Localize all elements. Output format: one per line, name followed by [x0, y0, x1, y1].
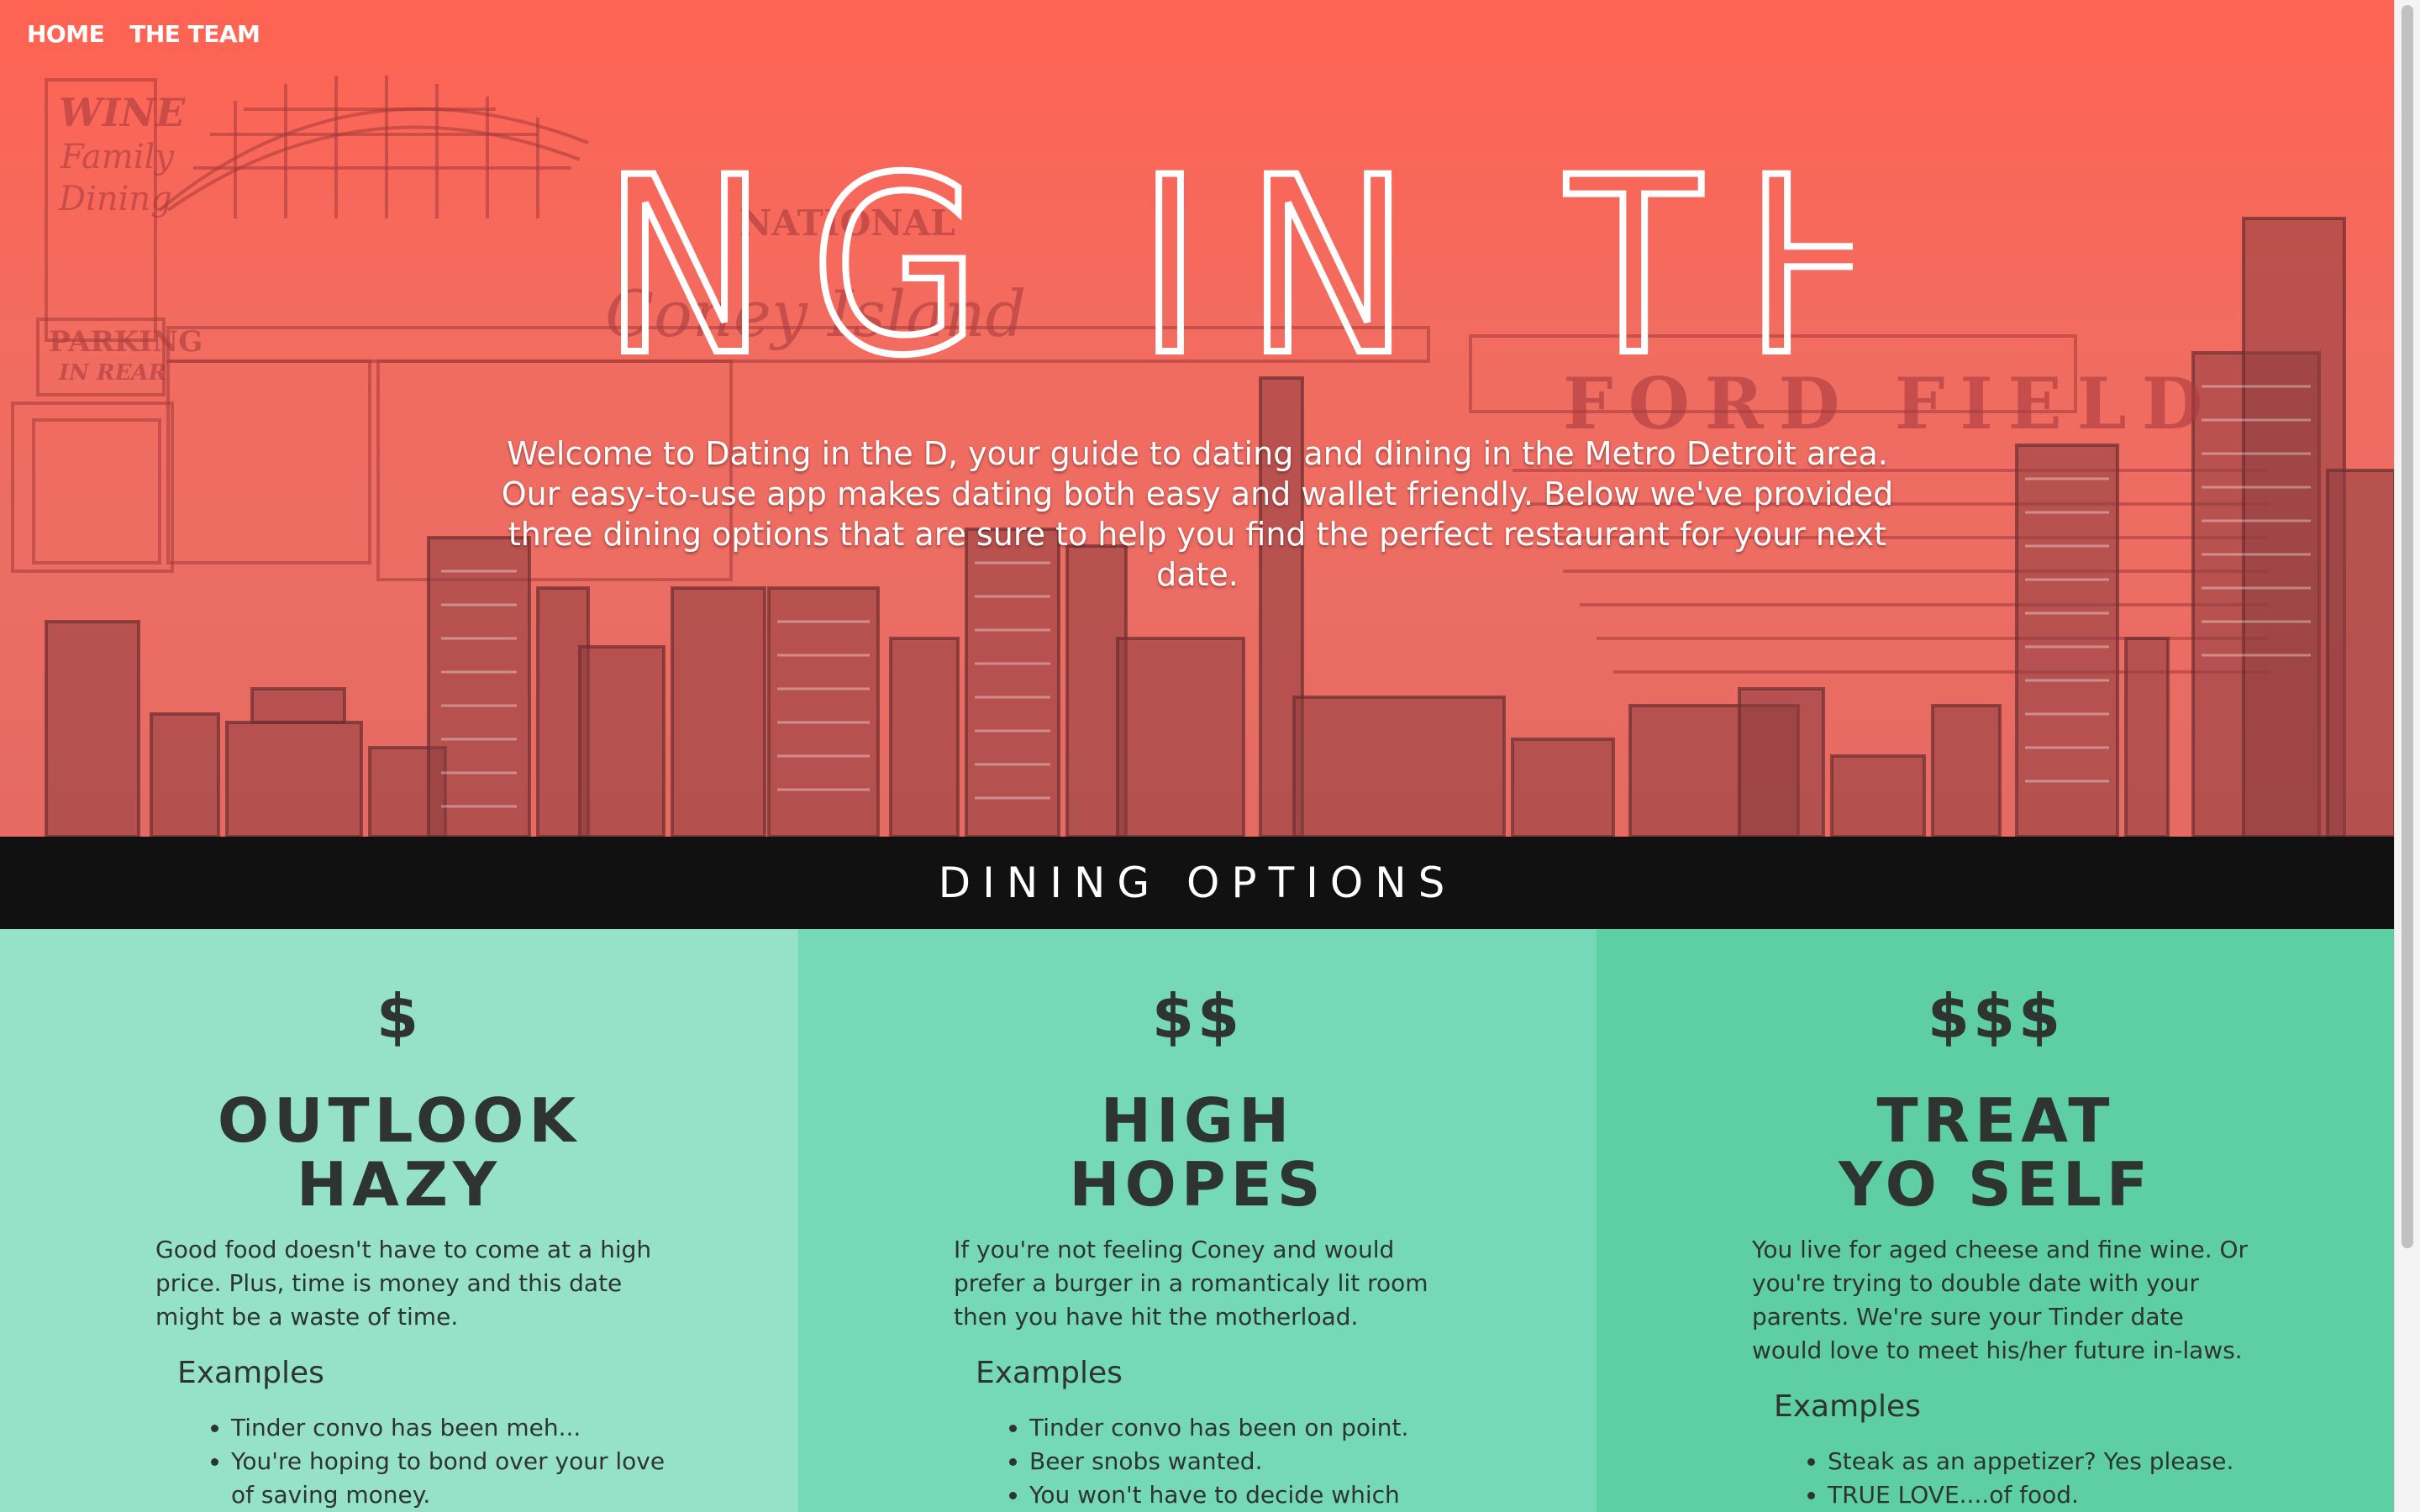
- option-title-line: OUTLOOK: [217, 1085, 581, 1156]
- dining-options-bar: DINING OPTIONS: [0, 837, 2395, 929]
- title-outline-lettering: DATING IN THE D: [542, 165, 1853, 366]
- examples-heading: Examples: [177, 1356, 324, 1390]
- examples-heading: Examples: [1774, 1389, 1921, 1424]
- art-sign-wine: WINE: [59, 90, 186, 135]
- option-description: You live for aged cheese and fine wine. …: [1752, 1236, 2249, 1364]
- price-tier: $: [376, 981, 423, 1052]
- examples-list: Steak as an appetizer? Yes please. TRUE …: [1773, 1445, 2265, 1512]
- option-title: HIGH HOPES: [798, 1089, 1597, 1216]
- examples-list: Tinder convo has been meh... You're hopi…: [176, 1411, 668, 1512]
- option-description: If you're not feeling Coney and would pr…: [954, 1236, 1428, 1331]
- dining-option-mid: $$ HIGH HOPES If you're not feeling Cone…: [798, 929, 1597, 1512]
- dining-option-splurge: $$$ TREAT YO SELF You live for aged chee…: [1597, 929, 2395, 1512]
- option-title-line: YO SELF: [1839, 1149, 2153, 1220]
- nav-home-link[interactable]: HOME: [27, 20, 105, 48]
- examples-list: Tinder convo has been on point. Beer sno…: [975, 1411, 1466, 1512]
- option-title: OUTLOOK HAZY: [0, 1089, 798, 1216]
- dining-options-columns: $ OUTLOOK HAZY Good food doesn't have to…: [0, 929, 2395, 1512]
- option-description: Good food doesn't have to come at a high…: [155, 1236, 652, 1331]
- option-title: TREAT YO SELF: [1597, 1089, 2395, 1216]
- scrollbar-thumb[interactable]: [2402, 5, 2413, 1248]
- list-item: Beer snobs wanted.: [1029, 1445, 1466, 1478]
- page: WINE Family Dining PARKING IN REAR Coney…: [0, 0, 2420, 1512]
- list-item: You're hoping to bond over your love of …: [231, 1445, 668, 1512]
- page-scrollbar[interactable]: [2394, 0, 2420, 1512]
- nav-team-link[interactable]: THE TEAM: [129, 20, 260, 48]
- list-item: Steak as an appetizer? Yes please.: [1828, 1445, 2265, 1478]
- option-title-line: TREAT: [1876, 1085, 2115, 1156]
- hero-intro-text: Welcome to Dating in the D, your guide t…: [501, 435, 1894, 593]
- dining-options-heading: DINING OPTIONS: [938, 858, 1457, 907]
- list-item: You won't have to decide which: [1029, 1478, 1466, 1512]
- top-nav: HOME THE TEAM: [27, 20, 260, 48]
- examples-heading: Examples: [976, 1356, 1123, 1390]
- list-item: TRUE LOVE....of food.: [1828, 1478, 2265, 1512]
- page-title: DATING IN THE D: [0, 165, 2395, 366]
- list-item: Tinder convo has been meh...: [231, 1411, 668, 1445]
- detroit-skyline-illustration: WINE Family Dining PARKING IN REAR Coney…: [11, 76, 2395, 837]
- dining-option-budget: $ OUTLOOK HAZY Good food doesn't have to…: [0, 929, 798, 1512]
- list-item: Tinder convo has been on point.: [1029, 1411, 1466, 1445]
- option-title-line: HOPES: [1069, 1149, 1326, 1220]
- price-tier: $$: [1151, 981, 1244, 1052]
- option-title-line: HAZY: [296, 1149, 502, 1220]
- page-title-text: DATING IN THE D: [542, 165, 1853, 366]
- hero-banner: WINE Family Dining PARKING IN REAR Coney…: [0, 0, 2395, 837]
- price-tier: $$$: [1927, 981, 2065, 1052]
- option-title-line: HIGH: [1100, 1085, 1295, 1156]
